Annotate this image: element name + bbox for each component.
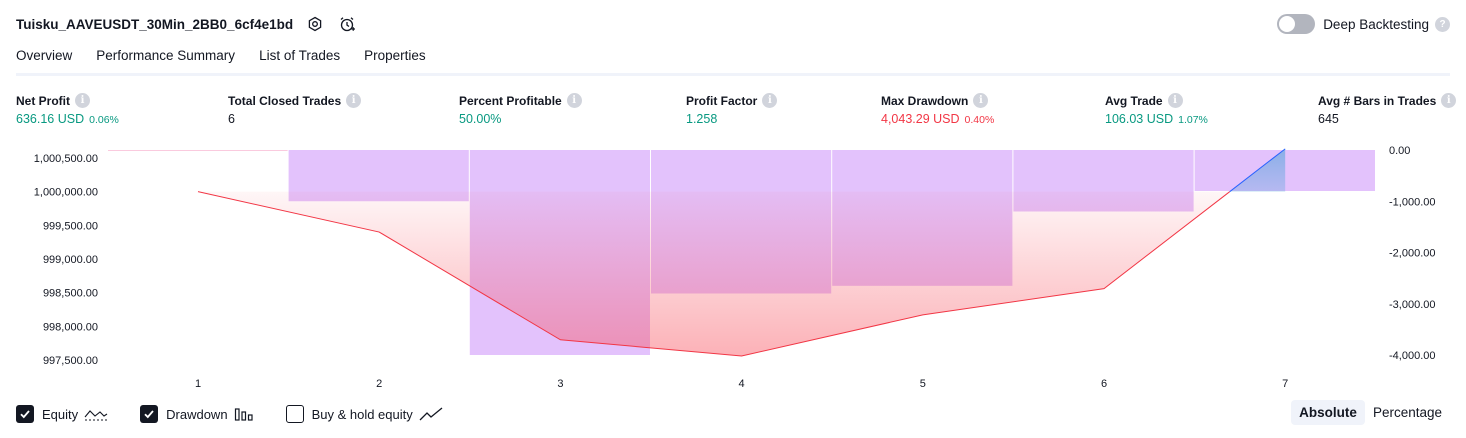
metric-label: Percent Profitable <box>459 93 562 108</box>
legend-drawdown[interactable]: Drawdown <box>140 405 253 423</box>
info-icon[interactable]: i <box>1167 93 1183 108</box>
info-icon[interactable]: i <box>346 93 362 108</box>
metric-max-drawdown: Max Drawdown i 4,043.29 USD 0.40% <box>881 93 994 126</box>
metric-net-profit: Net Profit i 636.16 USD 0.06% <box>16 93 119 126</box>
trade-tick-label: 7 <box>1282 378 1288 390</box>
metric-label: Total Closed Trades <box>228 93 342 108</box>
trade-tick-label: 5 <box>920 378 926 390</box>
drawdown-checkbox[interactable] <box>140 405 159 423</box>
help-icon[interactable]: ? <box>1435 16 1450 32</box>
tab-properties[interactable]: Properties <box>364 46 426 76</box>
info-icon[interactable]: i <box>566 93 582 108</box>
deep-backtesting: Deep Backtesting ? <box>1277 12 1450 36</box>
metric-percent-profitable: Percent Profitable i 50.00% <box>459 93 582 126</box>
info-icon[interactable]: i <box>1441 93 1457 108</box>
buy-hold-line-icon <box>419 407 443 421</box>
metric-value: 636.16 USD <box>16 112 85 126</box>
tab-performance-summary[interactable]: Performance Summary <box>96 46 235 76</box>
tab-list-of-trades[interactable]: List of Trades <box>259 46 340 76</box>
equity-checkbox[interactable] <box>16 405 34 423</box>
percentage-button[interactable]: Percentage <box>1365 400 1450 425</box>
equity-tick-label: 997,500.00 <box>43 355 98 367</box>
metric-percent: 0.40% <box>964 114 995 126</box>
metric-label: Max Drawdown <box>881 93 969 108</box>
strategy-header: Tuisku_AAVEUSDT_30Min_2BB0_6cf4e1bd <box>16 12 357 36</box>
metric-value: 1.258 <box>686 112 718 126</box>
metric-total-closed-trades: Total Closed Trades i 6 <box>228 93 362 126</box>
metric-percent: 0.06% <box>89 114 119 126</box>
tab-overview[interactable]: Overview <box>16 46 73 76</box>
info-icon[interactable]: i <box>75 93 90 108</box>
equity-drawdown-chart[interactable]: 1,000,500.00 1,000,000.00 999,500.00 999,00… <box>0 140 1466 396</box>
metric-avg-bars-in-trades: Avg # Bars in Trades i 645 <box>1318 93 1457 126</box>
drawdown-tick-label: -1,000.00 <box>1389 196 1435 208</box>
trade-tick-label: 1 <box>195 378 201 390</box>
drawdown-tick-label: -2,000.00 <box>1389 248 1435 260</box>
metric-value: 50.00% <box>459 112 502 126</box>
deep-backtesting-toggle[interactable] <box>1277 14 1316 34</box>
legend-label: Buy & hold equity <box>311 406 413 422</box>
equity-loss-area <box>198 191 1230 356</box>
equity-tick-label: 999,500.00 <box>43 220 98 232</box>
view-mode-switch: Absolute Percentage <box>1291 400 1450 425</box>
trade-tick-label: 4 <box>739 378 745 390</box>
metric-value: 6 <box>228 112 235 126</box>
drawdown-bars-icon <box>234 407 254 421</box>
equity-axis: 1,000,500.00 1,000,000.00 999,500.00 999,00… <box>34 153 98 367</box>
tab-divider <box>16 73 1450 76</box>
trade-tick-label: 3 <box>557 378 563 390</box>
trade-tick-label: 6 <box>1101 378 1107 390</box>
metric-value: 645 <box>1318 112 1339 126</box>
metric-percent: 1.07% <box>1178 114 1208 126</box>
settings-icon[interactable] <box>305 14 325 34</box>
metric-label: Avg # Bars in Trades <box>1318 93 1437 108</box>
report-tabs: Overview Performance Summary List of Tra… <box>16 46 450 76</box>
drawdown-tick-label: -4,000.00 <box>1389 350 1435 362</box>
legend-label: Equity <box>42 406 79 422</box>
equity-tick-label: 998,500.00 <box>43 288 98 300</box>
equity-tick-label: 1,000,500.00 <box>34 153 98 165</box>
buy-hold-checkbox[interactable] <box>285 405 304 423</box>
equity-tick-label: 999,000.00 <box>43 254 98 266</box>
equity-line-icon <box>84 407 108 421</box>
equity-tick-label: 1,000,000.00 <box>34 187 98 199</box>
metric-profit-factor: Profit Factor i 1.258 <box>686 93 778 126</box>
equity-tick-label: 998,000.00 <box>43 321 98 333</box>
drawdown-axis: 0.00 -1,000.00 -2,000.00 -3,000.00 -4,000.00 <box>1389 145 1435 362</box>
drawdown-tick-label: 0.00 <box>1389 145 1410 157</box>
metric-label: Avg Trade <box>1105 93 1163 108</box>
chart-legend: Equity Drawdown Buy & hold equity <box>16 403 475 425</box>
drawdown-tick-label: -3,000.00 <box>1389 299 1435 311</box>
info-icon[interactable]: i <box>762 93 778 108</box>
deep-backtesting-label: Deep Backtesting <box>1323 16 1429 32</box>
metric-label: Profit Factor <box>686 93 758 108</box>
drawdown-bar <box>108 150 288 151</box>
legend-equity[interactable]: Equity <box>16 405 108 423</box>
metric-avg-trade: Avg Trade i 106.03 USD 1.07% <box>1105 93 1208 126</box>
metric-value: 106.03 USD <box>1105 112 1174 126</box>
trade-tick-label: 2 <box>376 378 382 390</box>
strategy-title: Tuisku_AAVEUSDT_30Min_2BB0_6cf4e1bd <box>16 16 294 32</box>
metric-value: 4,043.29 USD <box>881 112 960 126</box>
legend-buy-hold-equity[interactable]: Buy & hold equity <box>285 405 443 423</box>
alert-clock-icon[interactable] <box>337 14 357 34</box>
legend-label: Drawdown <box>166 406 228 422</box>
absolute-button[interactable]: Absolute <box>1291 400 1365 425</box>
info-icon[interactable]: i <box>973 93 989 108</box>
trade-axis: 1 2 3 4 5 6 7 <box>195 378 1288 390</box>
metric-label: Net Profit <box>16 93 70 108</box>
